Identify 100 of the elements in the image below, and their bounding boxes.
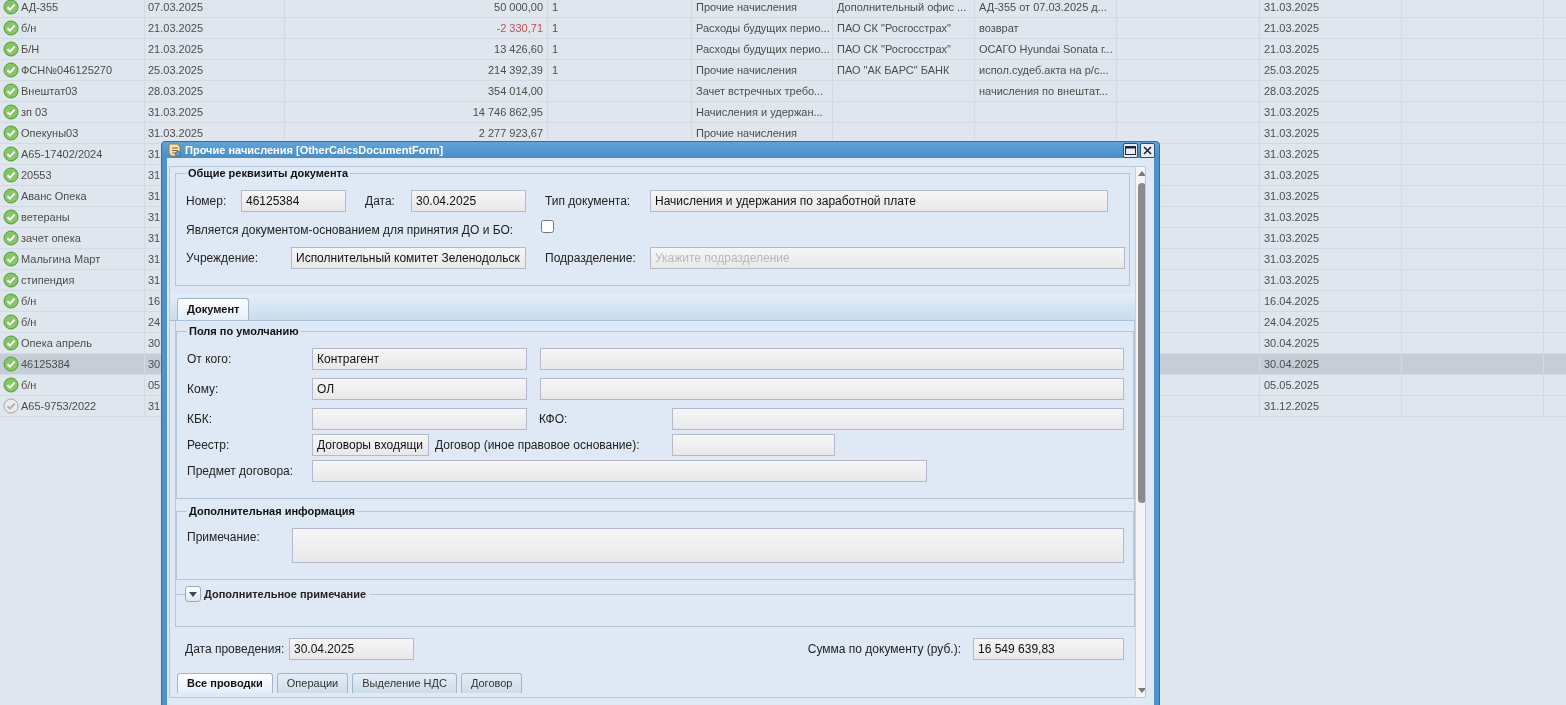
table-cell-text: ФСН№046125270 (21, 62, 113, 78)
table-cell-text: 31 (148, 146, 161, 162)
section-title: Дополнительное примечание (204, 587, 367, 602)
table-cell-text: 21.03.2025 (148, 20, 204, 36)
input-field[interactable]: 46125384 (241, 190, 346, 212)
scrollbar[interactable] (1135, 167, 1145, 697)
table-cell-text: А65-9753/2022 (21, 398, 97, 414)
table-cell-text: Дополнительный офис ... (837, 0, 967, 15)
caret-icon (189, 591, 197, 597)
table-cell-text: 20553 (21, 167, 52, 183)
field-label: Дата: (365, 194, 395, 208)
table-cell-text: 31.03.2025 (1264, 230, 1320, 246)
table-cell-text: АД-355 от 07.03.2025 д... (979, 0, 1107, 15)
field-label: Предмет договора: (187, 464, 294, 478)
expand-toggle[interactable] (185, 586, 201, 602)
table-cell-text: 31.03.2025 (1264, 188, 1320, 204)
table-cell-text: 2 277 923,67 (478, 125, 543, 141)
table-cell-text: начисления по внештат... (979, 83, 1108, 99)
table-row[interactable]: б/н 21.03.2025 -2 330,71 1 Расходы будущих перио... ПАО СК "Росгосстрах" возврат 21.03.2025 (0, 18, 1566, 39)
table-cell-text: Расходы будущих перио... (696, 41, 830, 57)
table-cell-text: Опека апрель (21, 335, 92, 351)
table-cell-text: 21.03.2025 (148, 41, 204, 57)
input-field[interactable]: Договоры входящи (312, 434, 429, 456)
input-field[interactable] (672, 434, 835, 456)
input-field[interactable]: Исполнительный комитет Зеленодольск (291, 247, 526, 269)
input-field[interactable]: Начисления и удержания по заработной плате (650, 190, 1108, 212)
table-cell-text: б/н (21, 293, 37, 309)
table-cell-text: б/н (21, 377, 37, 393)
input-field[interactable] (540, 378, 1124, 400)
table-cell-text: 24 (148, 314, 161, 330)
table-cell-text: 31 (148, 251, 161, 267)
input-field[interactable]: ОЛ (312, 378, 527, 400)
table-cell-text: 05 (148, 377, 161, 393)
table-cell-text: ПАО "АК БАРС" БАНК (837, 62, 950, 78)
close-button[interactable] (1140, 142, 1155, 158)
tab[interactable]: Договор (460, 673, 523, 693)
note-field[interactable] (292, 528, 1124, 563)
tab[interactable]: Документ (177, 298, 250, 320)
input-field[interactable] (540, 348, 1124, 370)
field-label: Реестр: (187, 438, 230, 452)
table-cell-text: Прочие начисления (696, 0, 797, 15)
input-field[interactable]: 30.04.2025 (411, 190, 526, 212)
field-label: Номер: (186, 194, 227, 208)
table-cell-text: 24.04.2025 (1264, 314, 1320, 330)
table-cell-text: 1 (552, 62, 559, 78)
table-cell-text: 214 392,39 (487, 62, 543, 78)
table-cell-text: ветераны (21, 209, 70, 225)
table-cell-text: 1 (552, 0, 559, 15)
field-label: Тип документа: (545, 194, 631, 208)
table-cell-text: Аванс Опека (21, 188, 87, 204)
table-cell-text: 21.03.2025 (1264, 20, 1320, 36)
field-label: Дата проведения: (185, 642, 285, 656)
table-cell-text: 14 746 862,95 (472, 104, 543, 120)
maximize-button[interactable] (1123, 142, 1138, 158)
table-row[interactable]: Внештат03 28.03.2025 354 014,00 Зачет встречных требо... начисления по внештат... 28.03.2025 (0, 81, 1566, 102)
table-cell-text: 30 (148, 335, 161, 351)
table-row[interactable]: Б/Н 21.03.2025 13 426,60 1 Расходы будущих перио... ПАО СК "Росгосстрах" ОСАГО Hyundai Sonata г... 21.03.2025 (0, 39, 1566, 60)
table-row[interactable]: зп 03 31.03.2025 14 746 862,95 Начисления и удержан... 31.03.2025 (0, 102, 1566, 123)
table-cell-text: ПАО СК "Росгосстрах" (837, 41, 951, 57)
window-title: Прочие начисления [OtherCalcsDocumentForm] (185, 142, 444, 158)
table-cell-text: 30.04.2025 (1264, 335, 1320, 351)
table-cell-text: 28.03.2025 (1264, 83, 1320, 99)
table-cell-text: стипендия (21, 272, 75, 288)
table-cell-text: 25.03.2025 (148, 62, 204, 78)
input-field[interactable] (312, 460, 927, 482)
table-cell-text: 1 (552, 41, 559, 57)
input-field[interactable] (672, 408, 1124, 430)
field-label: Примечание: (187, 530, 260, 544)
table-cell-text: возврат (979, 20, 1019, 36)
table-cell-text: 13 426,60 (494, 41, 543, 57)
table-cell-text: испол.судеб.акта на р/с... (979, 62, 1109, 78)
tab[interactable]: Выделение НДС (352, 673, 457, 693)
tab[interactable]: Все проводки (177, 673, 273, 693)
input-field[interactable]: Контрагент (312, 348, 527, 370)
table-cell-text: зачет опека (21, 230, 81, 246)
input-field[interactable]: Укажите подразделение (650, 247, 1125, 269)
table-cell-text: зп 03 (21, 104, 48, 120)
table-cell-text: 31 (148, 272, 161, 288)
table-cell-text: б/н (21, 314, 37, 330)
table-cell-text: -2 330,71 (496, 20, 543, 36)
table-cell-text: 05.05.2025 (1264, 377, 1320, 393)
table-cell-text: 25.03.2025 (1264, 62, 1320, 78)
input-field[interactable]: 16 549 639,83 (973, 638, 1124, 660)
table-row[interactable]: АД-355 07.03.2025 50 000,00 1 Прочие начисления Дополнительный офис ... АД-355 от 07.03.2025 д... 31.03.2025 (0, 0, 1566, 18)
table-cell-text: Опекуны03 (21, 125, 79, 141)
checkbox[interactable] (541, 220, 554, 233)
section-title: Дополнительная информация (188, 505, 356, 518)
table-row[interactable]: ФСН№046125270 25.03.2025 214 392,39 1 Прочие начисления ПАО "АК БАРС" БАНК испол.судеб.акта на р/с... 25.03.2025 (0, 60, 1566, 81)
tab[interactable]: Операции (276, 673, 349, 693)
table-cell-text: ПАО СК "Росгосстрах" (837, 20, 951, 36)
table-cell-text: 31.03.2025 (148, 125, 204, 141)
field-label: Подразделение: (545, 251, 636, 265)
input-field[interactable]: 30.04.2025 (289, 638, 414, 660)
table-cell-text: 31 (148, 230, 161, 246)
table-cell-text: 31 (148, 209, 161, 225)
field-label: Является документом-основанием для принятия ДО и БО: (186, 222, 514, 237)
input-field[interactable] (312, 408, 527, 430)
table-cell-text: 31 (148, 167, 161, 183)
table-cell-text: Прочие начисления (696, 125, 797, 141)
table-cell-text: 07.03.2025 (148, 0, 204, 15)
